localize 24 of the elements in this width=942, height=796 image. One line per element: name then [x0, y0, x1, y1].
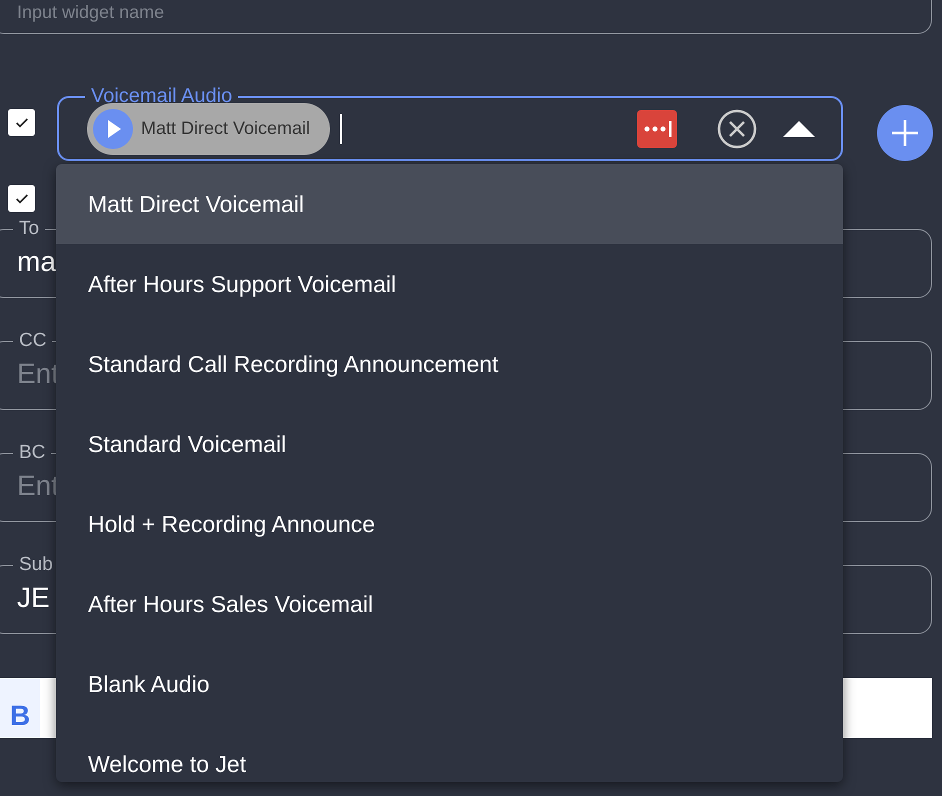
checkbox[interactable]: [8, 185, 35, 212]
menu-option[interactable]: Welcome to Jet: [56, 724, 843, 782]
voicemail-audio-select[interactable]: Voicemail Audio Matt Direct Voicemail: [57, 85, 843, 161]
checkbox[interactable]: [8, 109, 35, 136]
dots-icon[interactable]: [637, 110, 677, 148]
audio-chip[interactable]: Matt Direct Voicemail: [87, 102, 330, 154]
field-label: To: [18, 218, 40, 240]
text-cursor: [340, 114, 342, 144]
name-placeholder: Input widget name: [17, 2, 164, 23]
field-value: ma: [17, 246, 56, 278]
field-label: CC: [18, 330, 48, 352]
caret-icon[interactable]: [781, 118, 817, 138]
field-label: BC: [18, 442, 46, 464]
menu-option[interactable]: After Hours Sales Voicemail: [56, 564, 843, 644]
bold-button[interactable]: B: [0, 678, 40, 738]
clear-icon[interactable]: [717, 108, 757, 148]
field-value: JE: [17, 582, 50, 614]
plus-icon: [890, 118, 920, 148]
menu-option[interactable]: Matt Direct Voicemail: [56, 164, 843, 244]
field-label: Sub: [18, 554, 54, 576]
play-icon[interactable]: [93, 108, 133, 148]
menu-option[interactable]: After Hours Support Voicemail: [56, 244, 843, 324]
chip-label: Matt Direct Voicemail: [141, 118, 310, 139]
menu-option[interactable]: Blank Audio: [56, 644, 843, 724]
